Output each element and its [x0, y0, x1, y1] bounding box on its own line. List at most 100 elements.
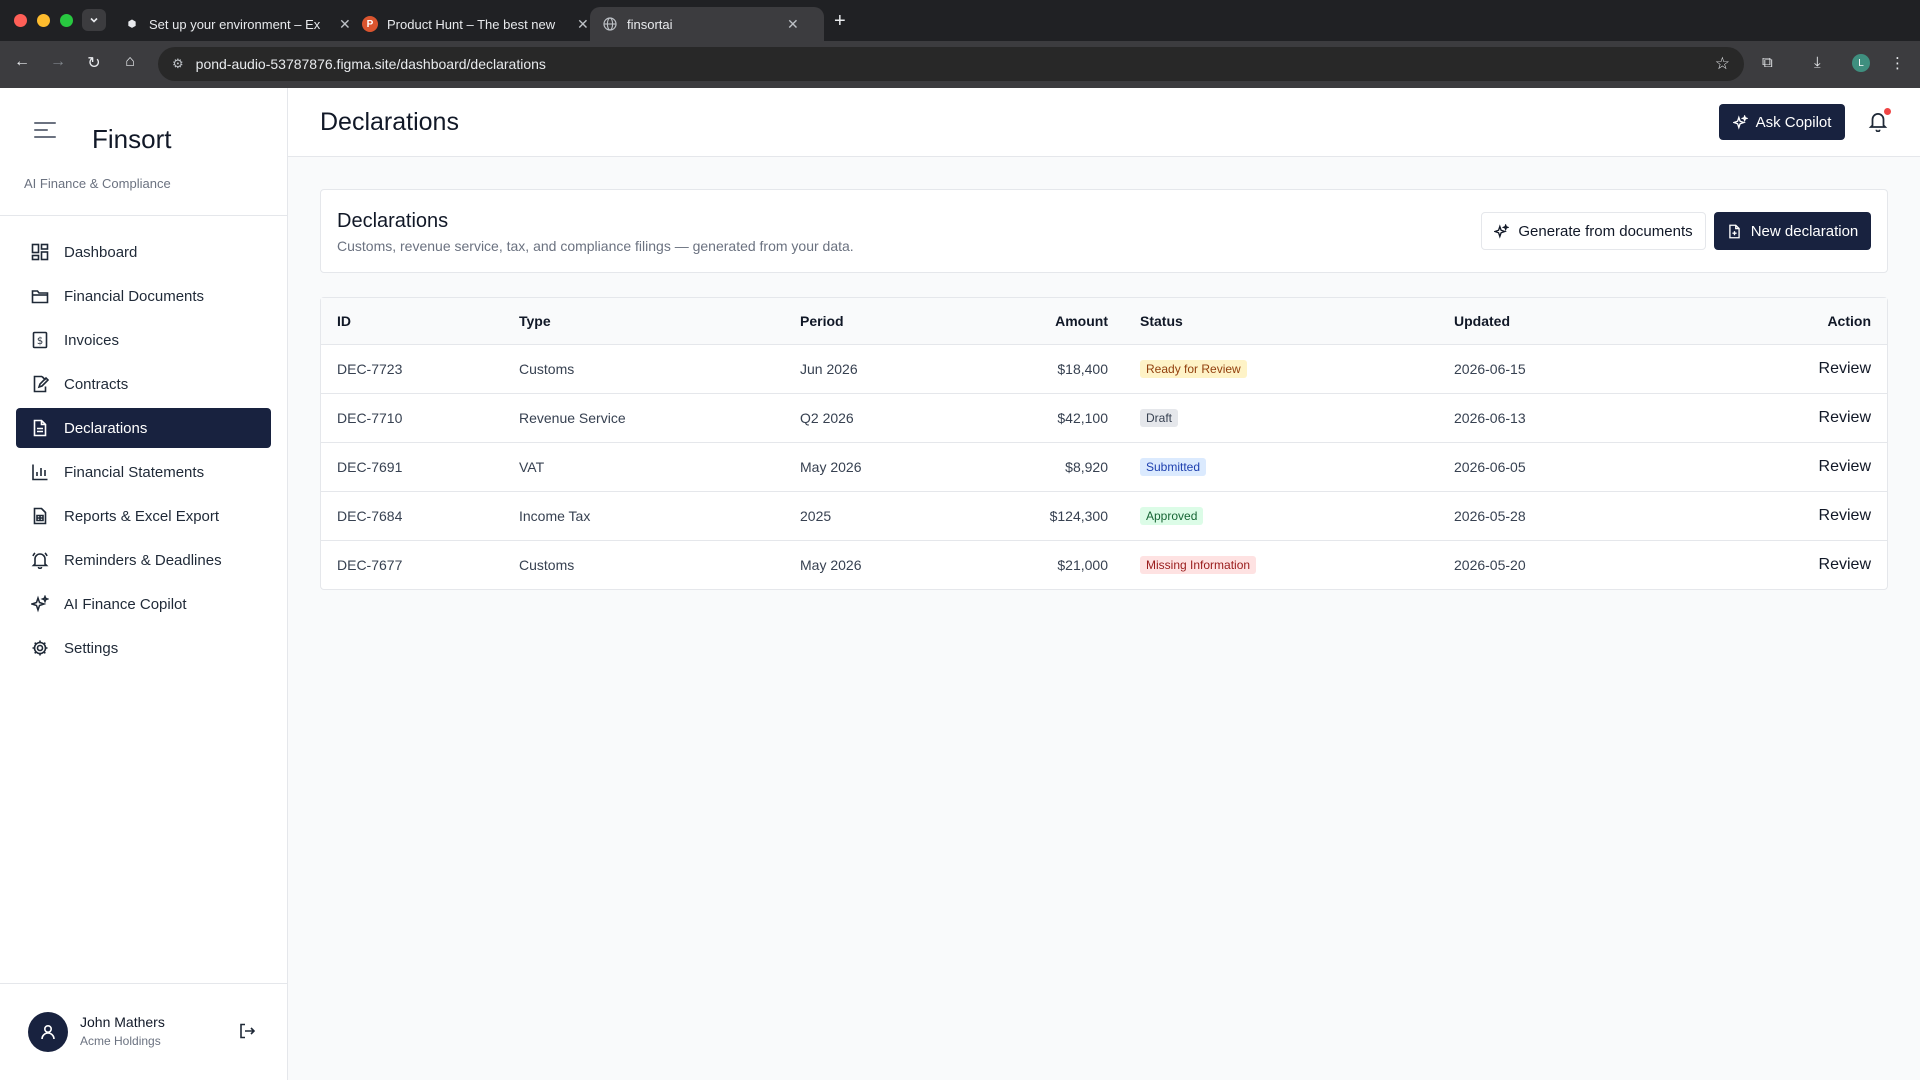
- user-avatar[interactable]: [28, 1012, 68, 1052]
- sidebar-item-label: Declarations: [64, 419, 148, 437]
- contract-edit-icon: [30, 374, 50, 394]
- main-content: Declarations Ask Copilot Declarations Cu…: [288, 88, 1920, 1080]
- maximize-window-button[interactable]: [60, 14, 73, 27]
- new-tab-button[interactable]: +: [834, 10, 846, 33]
- review-link[interactable]: Review: [1819, 458, 1871, 475]
- close-window-button[interactable]: [14, 14, 27, 27]
- forward-icon[interactable]: →: [46, 53, 70, 71]
- new-document-icon: [1728, 224, 1740, 238]
- status-badge: Draft: [1140, 408, 1179, 427]
- sidebar-item-reminders[interactable]: Reminders & Deadlines: [16, 540, 271, 580]
- review-link[interactable]: Review: [1819, 507, 1871, 524]
- reload-icon[interactable]: ↻: [82, 53, 106, 73]
- notifications-bell-icon[interactable]: [1868, 108, 1891, 134]
- browser-tab-1[interactable]: ⬢ Set up your environment – Ex ✕: [112, 7, 363, 41]
- home-icon[interactable]: ⌂: [118, 53, 142, 71]
- menu-toggle-icon[interactable]: [34, 122, 56, 143]
- page-header: Declarations Ask Copilot: [288, 88, 1920, 157]
- sidebar: Finsort AI Finance & Compliance Dashboar…: [0, 88, 288, 1080]
- browser-menu-icon[interactable]: ⋮: [1890, 54, 1905, 72]
- grid-icon: [30, 242, 50, 262]
- sidebar-item-settings[interactable]: Settings: [16, 628, 271, 668]
- tab-title: finsortai: [627, 16, 673, 32]
- brand-tagline: AI Finance & Compliance: [24, 176, 171, 191]
- table-row[interactable]: DEC-7710 Revenue Service Q2 2026 $42,100…: [321, 393, 1887, 443]
- close-tab-icon[interactable]: ✕: [787, 16, 799, 33]
- dollar-receipt-icon: $: [30, 330, 50, 350]
- tab-title: Set up your environment – Ex: [149, 16, 321, 32]
- review-link[interactable]: Review: [1819, 409, 1871, 426]
- declarations-table: ID Type Period Amount Status Updated Act…: [320, 297, 1888, 590]
- cell-action: Review: [1654, 344, 1887, 394]
- column-header-type[interactable]: Type: [519, 298, 800, 345]
- table-header-row: ID Type Period Amount Status Updated Act…: [321, 298, 1887, 345]
- close-tab-icon[interactable]: ✕: [577, 16, 589, 33]
- cell-id: DEC-7723: [321, 344, 519, 394]
- cell-updated: 2026-06-15: [1454, 344, 1654, 394]
- globe-icon: [602, 16, 618, 32]
- folder-icon: [30, 286, 50, 306]
- table-row[interactable]: DEC-7677 Customs May 2026 $21,000 Missin…: [321, 540, 1887, 589]
- cell-action: Review: [1654, 393, 1887, 443]
- browser-toolbar: ← → ↻ ⌂ ⚙ pond-audio-53787876.figma.site…: [0, 41, 1920, 88]
- bookmark-star-icon[interactable]: ☆: [1715, 54, 1730, 74]
- sidebar-item-label: Financial Statements: [64, 463, 205, 481]
- status-badge: Missing Information: [1140, 555, 1257, 574]
- svg-text:$: $: [37, 336, 43, 347]
- generate-from-documents-button[interactable]: Generate from documents: [1481, 212, 1706, 250]
- logout-icon[interactable]: [238, 1022, 256, 1043]
- column-header-id[interactable]: ID: [321, 298, 519, 345]
- address-bar[interactable]: ⚙ pond-audio-53787876.figma.site/dashboa…: [158, 47, 1744, 81]
- user-organization: Acme Holdings: [80, 1034, 161, 1048]
- sidebar-item-financial-statements[interactable]: Financial Statements: [16, 452, 271, 492]
- sidebar-item-dashboard[interactable]: Dashboard: [16, 232, 271, 272]
- sidebar-item-invoices[interactable]: $ Invoices: [16, 320, 271, 360]
- review-link[interactable]: Review: [1819, 360, 1871, 377]
- cell-updated: 2026-05-28: [1454, 491, 1654, 541]
- app-root: Finsort AI Finance & Compliance Dashboar…: [0, 88, 1920, 1080]
- page-title: Declarations: [320, 108, 459, 136]
- cell-type: VAT: [519, 442, 800, 492]
- close-tab-icon[interactable]: ✕: [339, 16, 351, 33]
- ask-copilot-button[interactable]: Ask Copilot: [1719, 104, 1845, 140]
- cell-id: DEC-7677: [337, 556, 403, 573]
- sidebar-item-contracts[interactable]: Contracts: [16, 364, 271, 404]
- browser-tab-bar: ⬢ Set up your environment – Ex ✕ P Produ…: [0, 0, 1920, 41]
- sparkles-icon: [1732, 114, 1748, 130]
- sidebar-item-ai-copilot[interactable]: AI Finance Copilot: [16, 584, 271, 624]
- cell-period: 2025: [800, 491, 960, 541]
- cell-status: Missing Information: [1140, 540, 1454, 589]
- table-row[interactable]: DEC-7723 Customs Jun 2026 $18,400 Ready …: [321, 344, 1887, 394]
- cell-type: Income Tax: [519, 491, 800, 541]
- table-row[interactable]: DEC-7684 Income Tax 2025 $124,300 Approv…: [321, 491, 1887, 541]
- site-settings-icon[interactable]: ⚙: [172, 56, 184, 72]
- user-panel: John Mathers Acme Holdings: [0, 983, 287, 1080]
- tab-search-button[interactable]: [82, 9, 106, 31]
- sidebar-item-declarations[interactable]: Declarations: [16, 408, 271, 448]
- browser-tab-2[interactable]: P Product Hunt – The best new ✕: [350, 7, 601, 41]
- column-header-period[interactable]: Period: [800, 298, 960, 345]
- sidebar-header: Finsort AI Finance & Compliance: [0, 88, 287, 216]
- profile-avatar[interactable]: L: [1852, 54, 1870, 72]
- sidebar-item-label: Dashboard: [64, 243, 138, 261]
- cell-amount: $8,920: [960, 442, 1140, 492]
- new-declaration-button[interactable]: New declaration: [1714, 212, 1871, 250]
- cell-type: Customs: [519, 344, 800, 394]
- column-header-status[interactable]: Status: [1140, 298, 1454, 345]
- browser-tab-3[interactable]: finsortai ✕: [590, 7, 824, 41]
- url-text: pond-audio-53787876.figma.site/dashboard…: [195, 56, 546, 72]
- table-row[interactable]: DEC-7691 VAT May 2026 $8,920 Submitted 2…: [321, 442, 1887, 492]
- sidebar-item-label: Contracts: [64, 375, 129, 393]
- back-icon[interactable]: ←: [10, 53, 34, 71]
- cell-period: May 2026: [800, 556, 862, 573]
- minimize-window-button[interactable]: [37, 14, 50, 27]
- review-link[interactable]: Review: [1819, 556, 1871, 573]
- cell-updated: 2026-06-05: [1454, 442, 1654, 492]
- sidebar-item-reports[interactable]: Reports & Excel Export: [16, 496, 271, 536]
- column-header-updated[interactable]: Updated: [1454, 298, 1654, 345]
- extensions-icon[interactable]: ⧉: [1762, 54, 1773, 71]
- download-icon[interactable]: ⤓: [1814, 54, 1821, 71]
- cell-action: Review: [1654, 540, 1887, 589]
- sidebar-item-financial-documents[interactable]: Financial Documents: [16, 276, 271, 316]
- column-header-amount[interactable]: Amount: [960, 298, 1140, 345]
